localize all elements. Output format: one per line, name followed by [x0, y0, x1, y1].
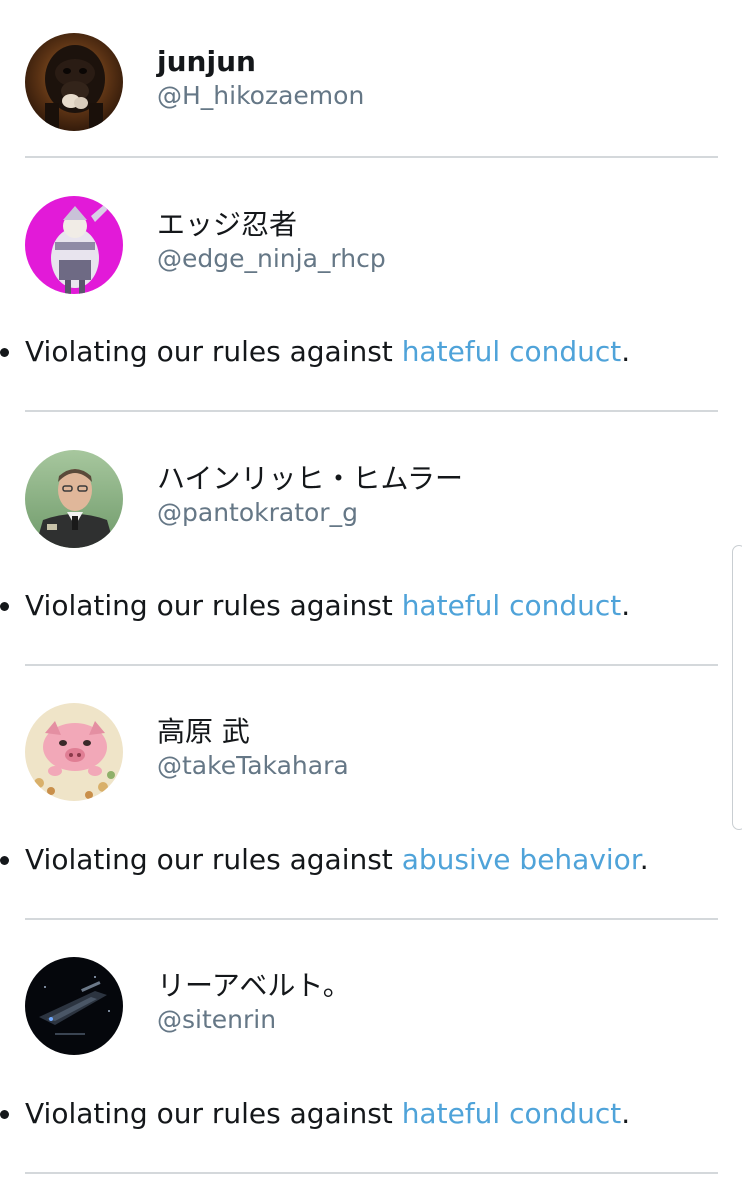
user-handle[interactable]: @edge_ninja_rhcp: [157, 244, 386, 274]
display-name[interactable]: ハインリッヒ・ヒムラー: [157, 462, 463, 496]
display-name[interactable]: エッジ忍者: [157, 208, 297, 242]
account-row[interactable]: junjun @H_hikozaemon: [25, 33, 718, 131]
pink-pig-avatar[interactable]: [25, 703, 123, 801]
reason-prefix: Violating our rules against: [25, 589, 402, 622]
divider: [25, 156, 718, 158]
policy-link[interactable]: hateful conduct: [402, 335, 622, 368]
policy-link[interactable]: hateful conduct: [402, 589, 622, 622]
user-handle[interactable]: @takeTakahara: [157, 751, 349, 781]
bullet-icon: [0, 1110, 9, 1119]
divider: [25, 1172, 718, 1174]
reason-suffix: .: [621, 589, 631, 622]
scroll-handle[interactable]: [732, 545, 742, 830]
violation-text: Violating our rules against hateful cond…: [25, 586, 630, 626]
reason-prefix: Violating our rules against: [25, 335, 402, 368]
spaceship-avatar-image: [25, 957, 123, 1055]
reason-suffix: .: [639, 843, 649, 876]
anime-character-avatar-image: [25, 196, 123, 294]
bullet-icon: [0, 856, 9, 865]
account-row[interactable]: 高原 武 @takeTakahara: [25, 703, 718, 801]
divider: [25, 410, 718, 412]
violation-reason: Violating our rules against hateful cond…: [0, 586, 742, 626]
bullet-icon: [0, 602, 9, 611]
reason-prefix: Violating our rules against: [25, 843, 402, 876]
account-row[interactable]: リーアベルト。 @sitenrin: [25, 957, 718, 1055]
violation-reason: Violating our rules against abusive beha…: [0, 840, 742, 880]
user-handle[interactable]: @sitenrin: [157, 1005, 276, 1035]
anime-character-avatar[interactable]: [25, 196, 123, 294]
divider: [25, 664, 718, 666]
display-name[interactable]: junjun: [157, 45, 256, 79]
uniformed-man-avatar[interactable]: [25, 450, 123, 548]
divider: [25, 918, 718, 920]
pink-pig-avatar-image: [25, 703, 123, 801]
violation-text: Violating our rules against abusive beha…: [25, 840, 649, 880]
reason-suffix: .: [621, 1097, 631, 1130]
spaceship-avatar[interactable]: [25, 957, 123, 1055]
account-row[interactable]: ハインリッヒ・ヒムラー @pantokrator_g: [25, 450, 718, 548]
uniformed-man-avatar-image: [25, 450, 123, 548]
user-handle[interactable]: @H_hikozaemon: [157, 81, 364, 111]
display-name[interactable]: リーアベルト。: [157, 969, 351, 1003]
reason-prefix: Violating our rules against: [25, 1097, 402, 1130]
violation-reason: Violating our rules against hateful cond…: [0, 332, 742, 372]
violation-reason: Violating our rules against hateful cond…: [0, 1094, 742, 1134]
gorilla-avatar-image: [25, 33, 123, 131]
policy-link[interactable]: abusive behavior: [402, 843, 640, 876]
violation-text: Violating our rules against hateful cond…: [25, 332, 630, 372]
display-name[interactable]: 高原 武: [157, 715, 250, 749]
account-row[interactable]: エッジ忍者 @edge_ninja_rhcp: [25, 196, 718, 294]
policy-link[interactable]: hateful conduct: [402, 1097, 622, 1130]
violation-text: Violating our rules against hateful cond…: [25, 1094, 630, 1134]
bullet-icon: [0, 348, 9, 357]
gorilla-avatar[interactable]: [25, 33, 123, 131]
reason-suffix: .: [621, 335, 631, 368]
user-handle[interactable]: @pantokrator_g: [157, 498, 358, 528]
